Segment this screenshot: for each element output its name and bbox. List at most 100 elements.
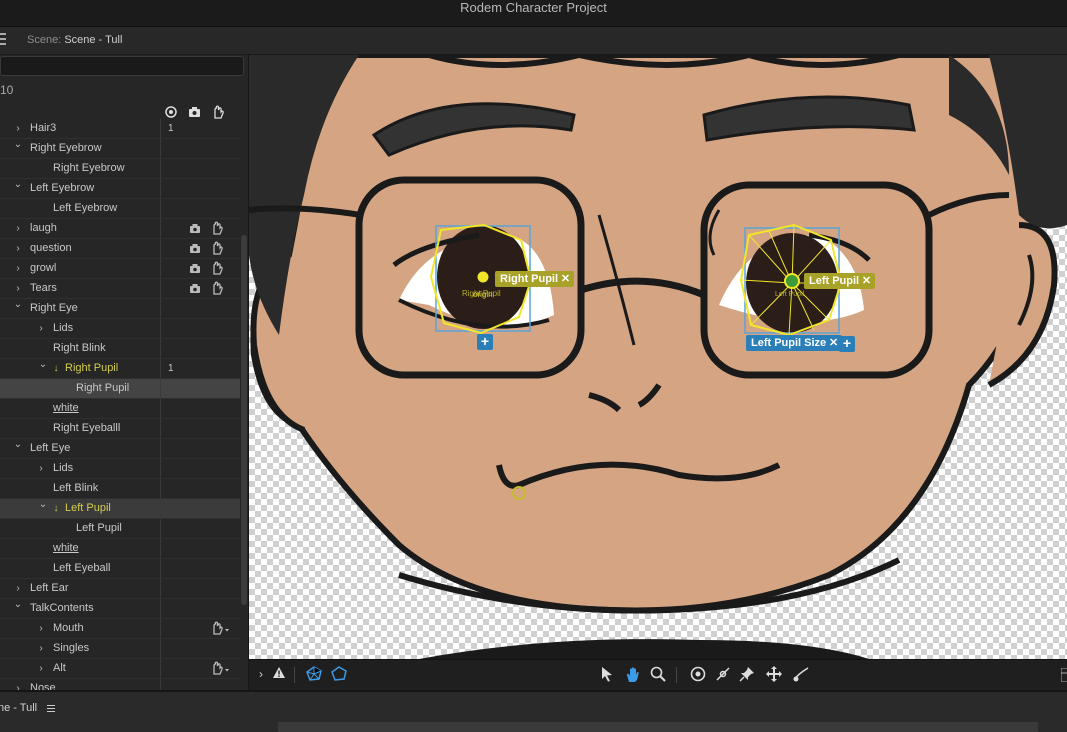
- chevron-down-icon[interactable]: ⌄: [13, 135, 23, 154]
- left-pupil-small-label: Left Pupil: [775, 291, 805, 298]
- chevron-right-icon[interactable]: ›: [36, 459, 46, 478]
- search-input[interactable]: [0, 56, 244, 76]
- chevron-right-icon[interactable]: ›: [36, 319, 46, 338]
- column-divider: [160, 559, 161, 578]
- chevron-down-icon[interactable]: ⌄: [13, 435, 23, 454]
- tree-row[interactable]: Left Blink: [0, 479, 240, 499]
- chevron-down-icon[interactable]: ⌄: [13, 175, 23, 194]
- right-pupil-tag-label: Right Pupil: [500, 273, 559, 285]
- independent-arrow-icon: ↓: [53, 363, 59, 374]
- warning-icon[interactable]: [272, 666, 286, 684]
- tree-row[interactable]: Right Eyeballl: [0, 419, 240, 439]
- tree-row[interactable]: ⌄ ↓ Right Pupil 1: [0, 359, 240, 379]
- move-icon[interactable]: [766, 666, 782, 687]
- timeline-tab[interactable]: ne - Tull: [0, 702, 37, 714]
- hand-pan-icon[interactable]: [625, 666, 641, 688]
- tree-row[interactable]: Left Eyeball: [0, 559, 240, 579]
- toolbar-divider: [294, 667, 295, 683]
- tree-row[interactable]: › Hair3 1: [0, 119, 240, 139]
- scene-tab[interactable]: Scene: Scene - Tull: [27, 34, 122, 46]
- origin-label: origin: [473, 290, 493, 299]
- close-icon[interactable]: ✕: [829, 335, 838, 351]
- timeline-menu-icon[interactable]: [47, 705, 55, 714]
- left-pupil-size-tag[interactable]: Left Pupil Size ✕: [746, 335, 843, 351]
- dangle-icon[interactable]: [792, 666, 810, 687]
- tree-row[interactable]: white: [0, 539, 240, 559]
- tree-row-label: Right Eyebrow: [30, 142, 102, 154]
- chevron-down-icon[interactable]: ⌄: [38, 495, 48, 514]
- panel-options-icon[interactable]: [1060, 667, 1067, 687]
- tree-row[interactable]: › laugh: [0, 219, 240, 239]
- chevron-down-icon[interactable]: ⌄: [13, 595, 23, 614]
- origin-icon[interactable]: [690, 666, 706, 687]
- column-divider: [160, 619, 161, 638]
- add-handle-button[interactable]: +: [477, 334, 493, 350]
- column-divider: [160, 259, 161, 278]
- close-icon[interactable]: ✕: [862, 273, 871, 289]
- column-divider: [160, 599, 161, 618]
- close-icon[interactable]: ✕: [561, 271, 570, 287]
- tree-row[interactable]: ⌄ Left Eye: [0, 439, 240, 459]
- column-divider: [160, 639, 161, 658]
- window-title: Rodem Character Project: [460, 0, 607, 15]
- tree-row[interactable]: ⌄ Right Eyebrow: [0, 139, 240, 159]
- scene-canvas[interactable]: Right Pupil ✕ Right Pupil origin + Left …: [249, 55, 1067, 659]
- panel-menu-icon[interactable]: [0, 33, 8, 48]
- tree-row[interactable]: › Lids: [0, 319, 240, 339]
- tree-row[interactable]: ⌄ TalkContents: [0, 599, 240, 619]
- chevron-right-icon[interactable]: ›: [13, 219, 23, 238]
- chevron-down-icon[interactable]: ⌄: [38, 355, 48, 374]
- column-divider: [160, 659, 161, 678]
- tree-row[interactable]: Right Blink: [0, 339, 240, 359]
- tree-row[interactable]: › growl: [0, 259, 240, 279]
- tree-row[interactable]: › Mouth: [0, 619, 240, 639]
- chevron-right-icon[interactable]: ›: [13, 259, 23, 278]
- panel-scrollbar[interactable]: [241, 235, 247, 605]
- chevron-right-icon[interactable]: ›: [36, 619, 46, 638]
- pin-stick-icon[interactable]: [715, 666, 731, 687]
- tree-row[interactable]: ⌄ Right Eye: [0, 299, 240, 319]
- right-pupil-handle-tag[interactable]: Right Pupil ✕: [495, 271, 575, 287]
- outline-icon[interactable]: [331, 666, 347, 687]
- pin-icon[interactable]: [739, 666, 755, 687]
- tree-row[interactable]: › Singles: [0, 639, 240, 659]
- tree-row[interactable]: Left Eyebrow: [0, 199, 240, 219]
- mesh-icon[interactable]: [306, 666, 322, 687]
- select-arrow-icon[interactable]: [600, 666, 614, 687]
- expand-icon[interactable]: ›: [259, 667, 263, 681]
- tree-row[interactable]: › Alt: [0, 659, 240, 679]
- tree-row-label: Lids: [53, 322, 74, 334]
- tree-row-label: Right Pupil: [65, 362, 119, 374]
- tree-row[interactable]: white: [0, 399, 240, 419]
- chevron-right-icon[interactable]: ›: [13, 239, 23, 258]
- tree-row[interactable]: Right Eyebrow: [0, 159, 240, 179]
- column-divider: [160, 179, 161, 198]
- row-count: 1: [168, 363, 174, 374]
- chevron-down-icon[interactable]: ⌄: [13, 295, 23, 314]
- tree-row-label: Right Eye: [30, 302, 78, 314]
- add-handle-button[interactable]: +: [839, 336, 855, 352]
- tree-row[interactable]: › question: [0, 239, 240, 259]
- column-divider: [160, 239, 161, 258]
- tree-row[interactable]: › Tears: [0, 279, 240, 299]
- tree-row-label: Left Eye: [30, 442, 71, 454]
- chevron-right-icon[interactable]: ›: [36, 659, 46, 678]
- column-divider: [160, 339, 161, 358]
- tree-row-label: Hair3: [30, 122, 57, 134]
- tree-row[interactable]: › Lids: [0, 459, 240, 479]
- timeline-panel: ne - Tull: [0, 690, 1067, 732]
- tree-row[interactable]: ⌄ ↓ Left Pupil: [0, 499, 240, 519]
- zoom-icon[interactable]: [650, 666, 666, 687]
- chevron-right-icon[interactable]: ›: [36, 639, 46, 658]
- timeline-track[interactable]: [278, 722, 1038, 732]
- left-pupil-handle-tag[interactable]: Left Pupil ✕: [804, 273, 876, 289]
- tree-row[interactable]: Left Pupil: [0, 519, 240, 539]
- tree-row[interactable]: › Left Ear: [0, 579, 240, 599]
- tree-row[interactable]: ⌄ Left Eyebrow: [0, 179, 240, 199]
- column-divider: [160, 499, 161, 518]
- tree-row[interactable]: Right Pupil: [0, 379, 240, 399]
- tree-row-label: Left Blink: [53, 482, 99, 494]
- column-divider: [160, 279, 161, 298]
- tree-row-label: Left Pupil: [65, 502, 111, 514]
- toolbar-divider: [676, 667, 677, 683]
